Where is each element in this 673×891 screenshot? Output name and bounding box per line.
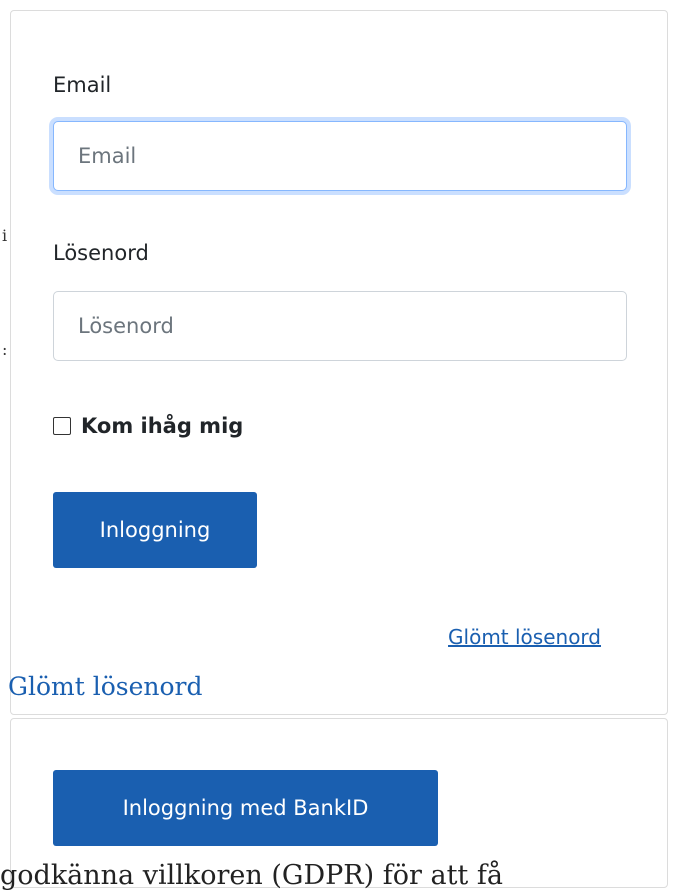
password-label: Lösenord [53,241,149,265]
password-input[interactable] [53,291,627,361]
remember-me-label[interactable]: Kom ihåg mig [81,414,243,438]
remember-me-row: Kom ihåg mig [53,411,243,441]
bankid-login-button[interactable]: Inloggning med BankID [53,770,438,846]
login-card: Email Lösenord Kom ihåg mig Inloggning G… [10,10,668,715]
background-terms-text: godkänna villkoren (GDPR) för att få [0,860,503,891]
email-input[interactable] [53,121,627,191]
email-label: Email [53,73,112,97]
background-text-fragment: : [2,340,8,359]
login-button[interactable]: Inloggning [53,492,257,568]
forgot-password-background-link[interactable]: Glömt lösenord [8,672,203,701]
forgot-password-link[interactable]: Glömt lösenord [448,625,601,649]
remember-me-checkbox[interactable] [53,417,71,435]
background-text-fragment: i [2,226,8,245]
